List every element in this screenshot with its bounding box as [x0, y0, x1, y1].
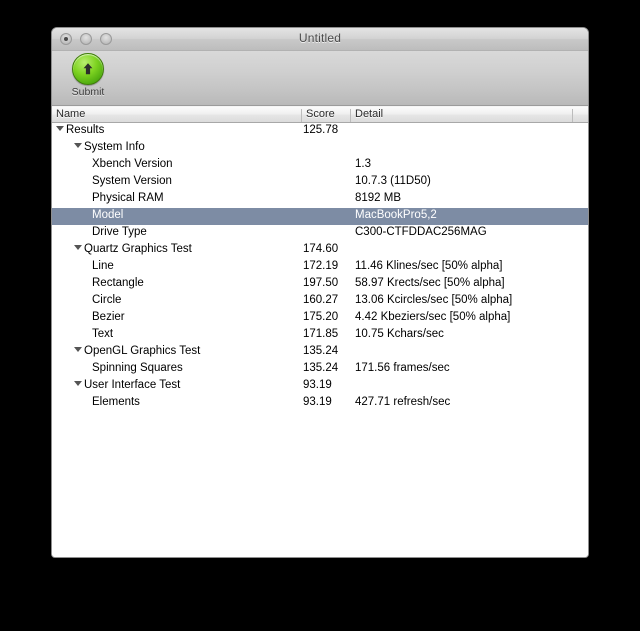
row-detail-cell: 171.56 frames/sec [355, 362, 450, 374]
table-row[interactable]: Rectangle 197.50 58.97 Krects/sec [50% alp… [52, 276, 588, 293]
row-score-cell: 135.24 [303, 345, 339, 357]
row-score-cell: 175.20 [303, 311, 339, 323]
row-name-label: Drive Type [92, 226, 147, 238]
row-name-label: System Info [84, 141, 145, 153]
row-name-label: Physical RAM [92, 192, 164, 204]
disclosure-triangle-icon[interactable] [74, 143, 82, 149]
submit-button-label: Submit [71, 86, 105, 98]
table-row[interactable]: Line 172.19 11.46 Klines/sec [50% alpha] [52, 259, 588, 276]
row-name-cell: Text [92, 328, 113, 340]
upload-arrow-icon [72, 53, 104, 85]
row-detail-cell: 8192 MB [355, 192, 402, 204]
table-row[interactable]: System Version 10.7.3 (11D50) [52, 174, 588, 191]
row-detail-cell: C300-CTFDDAC256MAG [355, 226, 487, 238]
row-name-label: Quartz Graphics Test [84, 243, 192, 255]
row-name-cell: Results [56, 124, 104, 136]
table-row[interactable]: System Info [52, 140, 588, 157]
row-name-cell: System Version [92, 175, 172, 187]
table-row[interactable]: Results 125.78 [52, 123, 588, 140]
table-row[interactable]: Xbench Version 1.3 [52, 157, 588, 174]
row-detail-cell: MacBookPro5,2 [355, 209, 437, 221]
table-row[interactable]: Text 171.85 10.75 Kchars/sec [52, 327, 588, 344]
window-title: Untitled [298, 31, 342, 45]
row-detail-cell: 1.3 [355, 158, 371, 170]
row-name-cell: Xbench Version [92, 158, 173, 170]
table-row[interactable]: Drive Type C300-CTFDDAC256MAG [52, 225, 588, 242]
row-name-cell: Circle [92, 294, 121, 306]
results-table-body: Results 125.78 System Info Xbench Version 1.… [52, 123, 588, 557]
row-name-label: Elements [92, 396, 140, 408]
row-detail-cell: 4.42 Kbeziers/sec [50% alpha] [355, 311, 511, 323]
column-divider-name-score[interactable] [301, 109, 302, 122]
row-name-label: Results [66, 124, 105, 136]
table-column-headers: Name Score Detail [52, 106, 588, 123]
application-window: Untitled Submit Name Score Detail Result… [51, 27, 589, 558]
column-divider-score-detail[interactable] [350, 109, 351, 122]
desktop-background: Untitled Submit Name Score Detail Result… [0, 0, 640, 631]
disclosure-triangle-icon[interactable] [56, 126, 64, 132]
disclosure-triangle-icon[interactable] [74, 381, 82, 387]
table-row[interactable]: OpenGL Graphics Test 135.24 [52, 344, 588, 361]
row-score-cell: 135.24 [303, 362, 339, 374]
row-name-label: Model [92, 209, 124, 221]
window-titlebar[interactable]: Untitled [52, 28, 588, 51]
row-name-label: Text [92, 328, 114, 340]
column-divider-detail-end[interactable] [572, 109, 573, 122]
submit-button[interactable]: Submit [61, 53, 115, 98]
table-row[interactable]: Model MacBookPro5,2 [52, 208, 588, 225]
table-row[interactable]: User Interface Test 93.19 [52, 378, 588, 395]
row-score-cell: 197.50 [303, 277, 339, 289]
row-name-label: User Interface Test [84, 379, 181, 391]
row-name-label: OpenGL Graphics Test [84, 345, 201, 357]
row-detail-cell: 10.7.3 (11D50) [355, 175, 431, 187]
row-score-cell: 174.60 [303, 243, 339, 255]
table-row[interactable]: Circle 160.27 13.06 Kcircles/sec [50% alph… [52, 293, 588, 310]
row-name-cell: OpenGL Graphics Test [74, 345, 200, 357]
toolbar: Submit [52, 51, 588, 106]
row-name-label: Circle [92, 294, 122, 306]
row-name-cell: Drive Type [92, 226, 147, 238]
row-detail-cell: 11.46 Klines/sec [50% alpha] [355, 260, 503, 272]
table-row[interactable]: Elements 93.19 427.71 refresh/sec [52, 395, 588, 412]
row-name-label: Rectangle [92, 277, 144, 289]
table-row[interactable]: Bezier 175.20 4.42 Kbeziers/sec [50% alpha… [52, 310, 588, 327]
row-score-cell: 93.19 [303, 379, 332, 391]
table-row[interactable]: Physical RAM 8192 MB [52, 191, 588, 208]
row-score-cell: 93.19 [303, 396, 332, 408]
row-name-cell: User Interface Test [74, 379, 180, 391]
row-name-cell: Spinning Squares [92, 362, 183, 374]
table-row[interactable]: Spinning Squares 135.24 171.56 frames/sec [52, 361, 588, 378]
table-row[interactable]: Quartz Graphics Test 174.60 [52, 242, 588, 259]
row-name-cell: System Info [74, 141, 145, 153]
row-name-cell: Elements [92, 396, 140, 408]
row-detail-cell: 10.75 Kchars/sec [355, 328, 444, 340]
row-name-cell: Model [92, 209, 123, 221]
row-name-label: Spinning Squares [92, 362, 183, 374]
row-name-label: Xbench Version [92, 158, 173, 170]
row-name-label: Line [92, 260, 114, 272]
row-name-cell: Bezier [92, 311, 125, 323]
row-detail-cell: 58.97 Krects/sec [50% alpha] [355, 277, 505, 289]
row-score-cell: 171.85 [303, 328, 339, 340]
disclosure-triangle-icon[interactable] [74, 245, 82, 251]
column-header-name[interactable]: Name [56, 108, 85, 120]
row-detail-cell: 427.71 refresh/sec [355, 396, 451, 408]
row-name-label: Bezier [92, 311, 125, 323]
row-score-cell: 160.27 [303, 294, 339, 306]
column-header-detail[interactable]: Detail [355, 108, 383, 120]
row-score-cell: 172.19 [303, 260, 339, 272]
column-header-score[interactable]: Score [306, 108, 335, 120]
row-name-label: System Version [92, 175, 172, 187]
row-name-cell: Rectangle [92, 277, 144, 289]
row-detail-cell: 13.06 Kcircles/sec [50% alpha] [355, 294, 513, 306]
row-name-cell: Physical RAM [92, 192, 164, 204]
row-name-cell: Line [92, 260, 114, 272]
disclosure-triangle-icon[interactable] [74, 347, 82, 353]
row-name-cell: Quartz Graphics Test [74, 243, 192, 255]
row-score-cell: 125.78 [303, 124, 339, 136]
